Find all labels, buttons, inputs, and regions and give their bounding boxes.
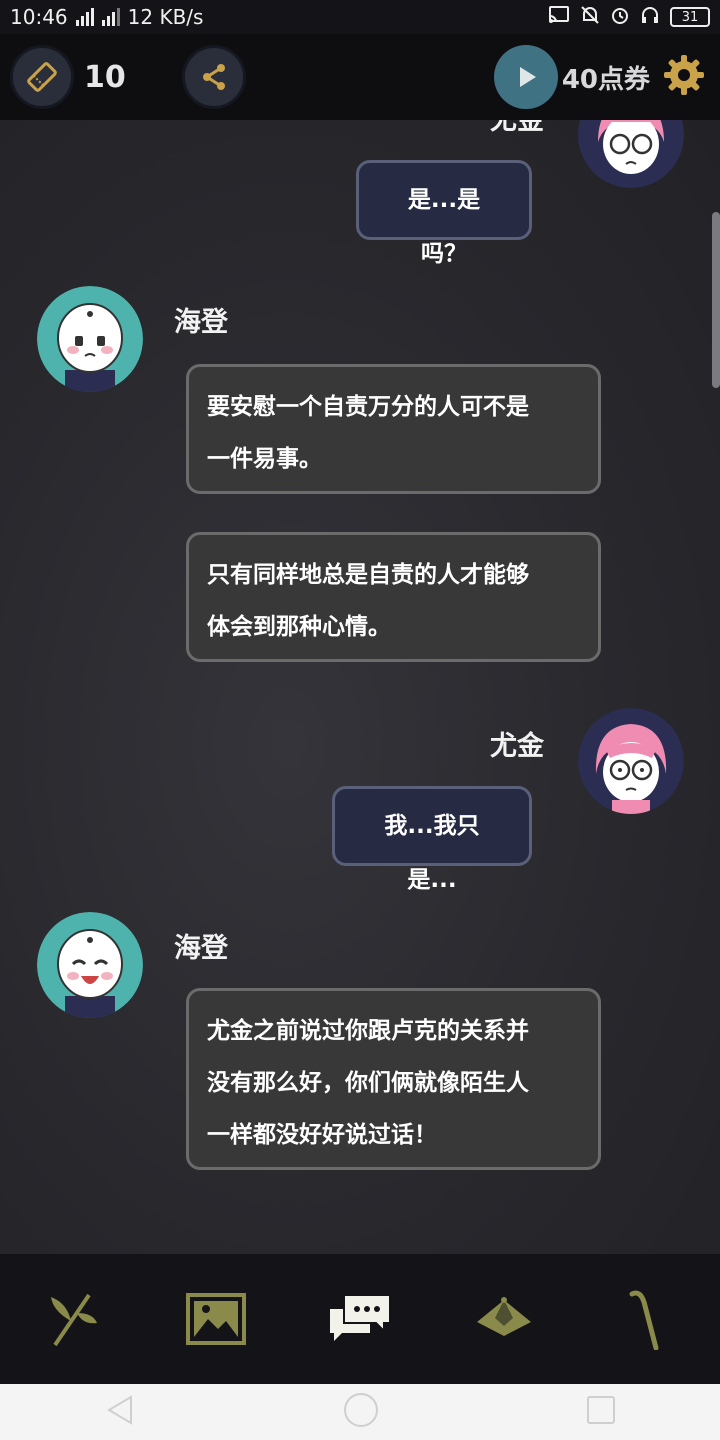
chat-line: 尤金之前说过你跟卢克的关系并 bbox=[207, 1018, 529, 1044]
nav-gallery[interactable] bbox=[176, 1279, 256, 1359]
gear-icon bbox=[664, 55, 704, 95]
speaker-name: 海登 bbox=[174, 307, 228, 338]
bottom-nav bbox=[0, 1254, 720, 1384]
recents-button[interactable] bbox=[585, 1394, 617, 1430]
headset-icon bbox=[640, 5, 660, 30]
scrollbar-thumb[interactable] bbox=[712, 212, 720, 388]
avatar-hayden[interactable] bbox=[37, 286, 143, 392]
avatar-eugene[interactable] bbox=[578, 120, 684, 188]
network-speed: 12 KB/s bbox=[127, 5, 204, 29]
nav-cane[interactable] bbox=[608, 1279, 688, 1359]
chat-line: 一件易事。 bbox=[207, 446, 322, 472]
chat-bubble-right: 是...是吗？ bbox=[356, 160, 532, 267]
gallery-icon bbox=[186, 1293, 246, 1345]
chat-bubble-left: 只有同样地总是自责的人才能够 体会到那种心情。 bbox=[186, 532, 601, 662]
top-toolbar: 10 40点券 bbox=[0, 34, 720, 120]
chat-line: 没有那么好，你们俩就像陌生人 bbox=[207, 1070, 529, 1096]
signal-4g-icon bbox=[75, 8, 94, 26]
chat-line: 只有同样地总是自责的人才能够 bbox=[207, 562, 529, 588]
nav-chat[interactable] bbox=[320, 1279, 400, 1359]
chat-area[interactable]: 尤金 是...是吗？ 海登 要安慰一个自责万分的人可不是 一件易事。 只有同样地… bbox=[0, 120, 720, 1254]
ticket-button[interactable] bbox=[10, 45, 74, 109]
play-ad-button[interactable] bbox=[493, 45, 558, 109]
chat-line: 一样都没好好说过话！ bbox=[207, 1122, 437, 1148]
chat-line: 体会到那种心情。 bbox=[207, 614, 391, 640]
alarm-icon bbox=[610, 5, 630, 30]
ticket-icon bbox=[27, 62, 57, 92]
ticket-count: 10 bbox=[84, 59, 126, 95]
hat-icon bbox=[477, 1297, 531, 1336]
cast-icon bbox=[548, 5, 570, 29]
system-nav-bar bbox=[0, 1384, 720, 1440]
back-icon bbox=[106, 1395, 132, 1425]
leaf-icon bbox=[51, 1293, 97, 1347]
signal-2g-icon bbox=[101, 8, 120, 26]
share-icon bbox=[202, 64, 225, 90]
chat-icon bbox=[330, 1294, 391, 1341]
status-time: 10:46 bbox=[10, 5, 68, 29]
recents-icon bbox=[587, 1396, 616, 1424]
cane-icon bbox=[629, 1290, 659, 1350]
chat-bubble-left: 尤金之前说过你跟卢克的关系并 没有那么好，你们俩就像陌生人 一样都没好好说过话！ bbox=[186, 988, 601, 1170]
avatar-hayden[interactable] bbox=[37, 912, 143, 1018]
chat-bubble-left: 要安慰一个自责万分的人可不是 一件易事。 bbox=[186, 364, 601, 494]
points-label: 40点券 bbox=[561, 64, 650, 95]
mute-bell-icon bbox=[580, 5, 600, 30]
settings-button[interactable] bbox=[662, 53, 706, 101]
speaker-name: 尤金 bbox=[490, 731, 544, 762]
chat-line: 要安慰一个自责万分的人可不是 bbox=[207, 394, 529, 420]
share-button[interactable] bbox=[181, 45, 246, 109]
battery-icon: 31 bbox=[670, 7, 710, 27]
status-bar: 10:46 12 KB/s 31 bbox=[0, 0, 720, 34]
play-icon bbox=[519, 67, 536, 87]
home-button[interactable] bbox=[342, 1391, 380, 1433]
chat-bubble-right: 我...我只是... bbox=[332, 786, 532, 893]
avatar-eugene[interactable] bbox=[578, 708, 684, 814]
speaker-name: 尤金 bbox=[490, 120, 544, 136]
nav-leaf[interactable] bbox=[32, 1279, 112, 1359]
home-icon bbox=[343, 1393, 378, 1427]
nav-hat[interactable] bbox=[464, 1279, 544, 1359]
back-button[interactable] bbox=[103, 1393, 137, 1431]
speaker-name: 海登 bbox=[174, 933, 228, 964]
